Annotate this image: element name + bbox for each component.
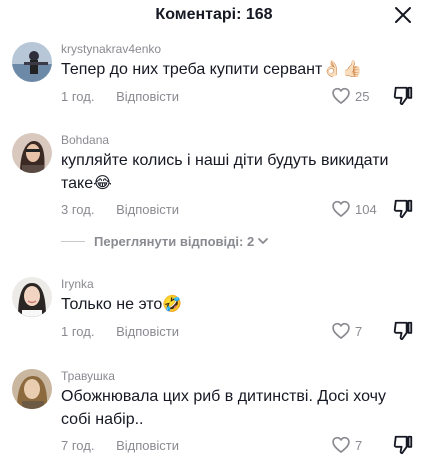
thumbs-down-icon [393, 86, 413, 106]
comment-meta: 1 год. Відповісти [61, 324, 179, 339]
comment-text: купляйте колись і наші діти будуть викид… [61, 152, 389, 192]
comment-time: 7 год. [61, 438, 95, 453]
heart-outline-icon [332, 322, 350, 339]
comment-meta: 1 год. Відповісти [61, 89, 179, 104]
dislike-button[interactable] [392, 320, 414, 342]
comment-username[interactable]: krystynakrav4enko [61, 42, 161, 56]
avatar[interactable] [12, 42, 52, 82]
close-button[interactable] [390, 2, 416, 28]
reply-button[interactable]: Відповісти [116, 324, 179, 339]
avatar[interactable] [12, 369, 52, 409]
like-count: 7 [355, 438, 363, 453]
thumbs-down-icon [393, 321, 413, 341]
comment-text: Обожнювала цих риб в дитинстві. Досі хоч… [61, 388, 386, 428]
like-button[interactable]: 7 [331, 434, 381, 458]
comment-meta: 7 год. Відповісти [61, 438, 179, 453]
dislike-button[interactable] [392, 198, 414, 220]
reply-button[interactable]: Відповісти [116, 202, 179, 217]
comment-time: 3 год. [61, 202, 95, 217]
chevron-down-icon[interactable] [256, 234, 270, 248]
avatar[interactable] [12, 277, 52, 317]
comments-header: Коментарі: 168 [0, 0, 428, 30]
heart-outline-icon [332, 200, 350, 217]
avatar[interactable] [12, 133, 52, 173]
comment-text: Только не это🤣 [61, 296, 183, 313]
dislike-button[interactable] [392, 434, 414, 456]
divider-line [61, 241, 85, 242]
view-replies-row[interactable]: Переглянути відповіді: 2 [61, 233, 361, 251]
comment-time: 1 год. [61, 324, 95, 339]
dislike-button[interactable] [392, 85, 414, 107]
thumbs-down-icon [393, 435, 413, 455]
heart-outline-icon [332, 87, 350, 104]
comment-username[interactable]: Irynka [61, 277, 94, 291]
like-count: 25 [355, 89, 370, 104]
comment-time: 1 год. [61, 89, 95, 104]
like-button[interactable]: 25 [331, 85, 381, 109]
reply-button[interactable]: Відповісти [116, 89, 179, 104]
comment-username[interactable]: Bohdana [61, 133, 109, 147]
close-icon [395, 7, 411, 23]
heart-outline-icon [332, 436, 350, 453]
like-count: 104 [355, 202, 377, 217]
thumbs-down-icon [393, 199, 413, 219]
like-button[interactable]: 7 [331, 320, 381, 344]
comment-username[interactable]: Травушка [61, 369, 115, 383]
like-count: 7 [355, 324, 363, 339]
view-replies-button[interactable]: Переглянути відповіді: 2 [94, 234, 254, 249]
comment-text: Тепер до них треба купити сервант👌🏻👍🏻 [61, 61, 363, 78]
comment-meta: 3 год. Відповісти [61, 202, 179, 217]
like-button[interactable]: 104 [331, 198, 381, 222]
reply-button[interactable]: Відповісти [116, 438, 179, 453]
comments-count-title: Коментарі: 168 [155, 6, 273, 23]
